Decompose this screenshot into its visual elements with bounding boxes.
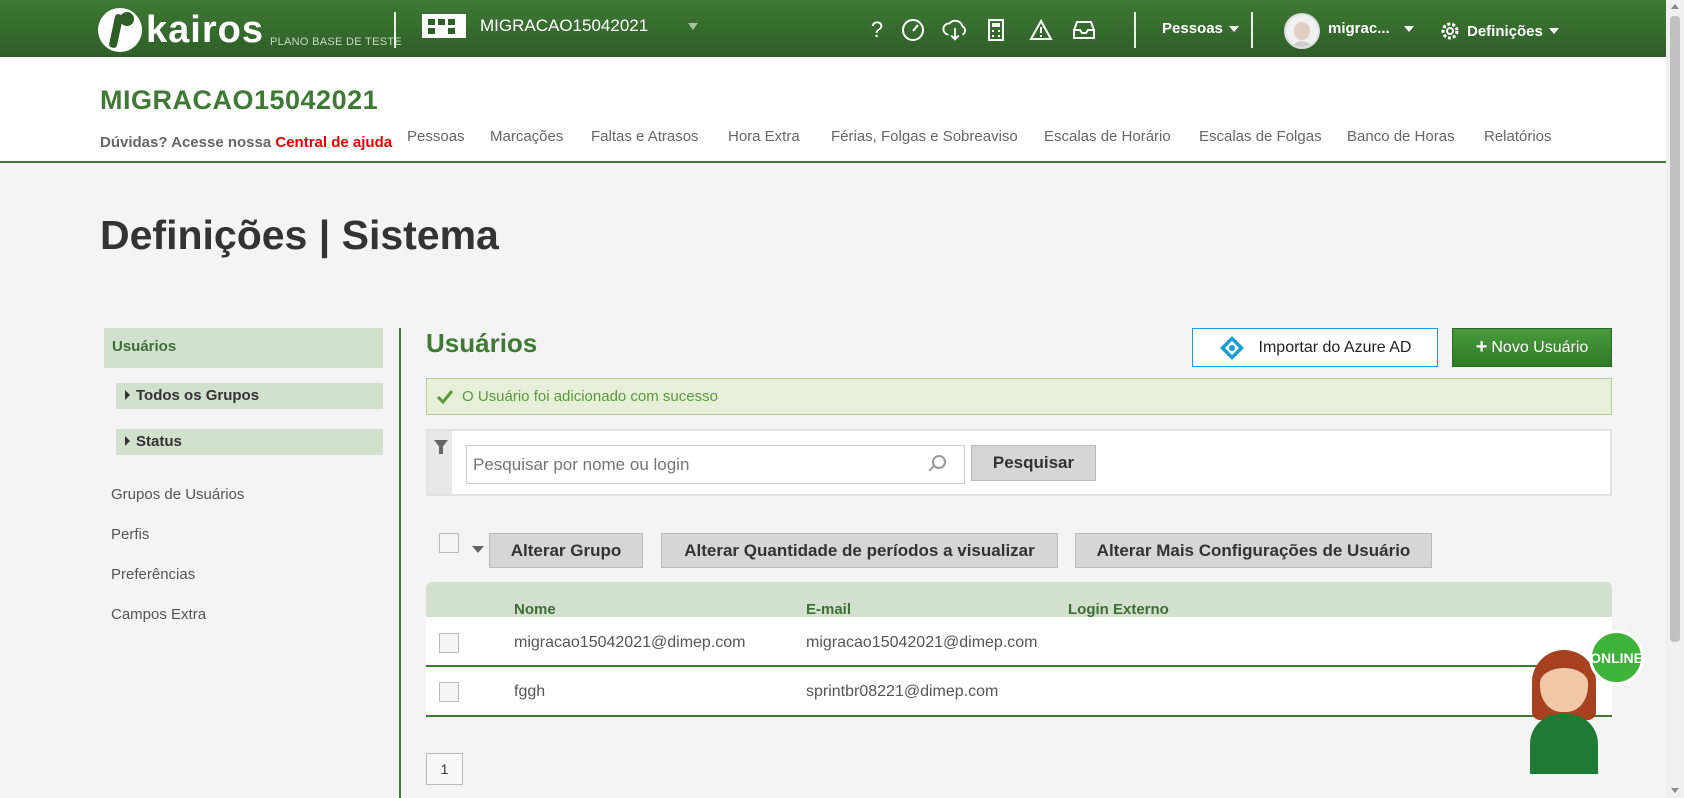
- main-nav: Pessoas Marcações Faltas e Atrasos Hora …: [0, 128, 1666, 152]
- scroll-up-icon[interactable]: [1671, 4, 1679, 9]
- user-menu-label: migrac...: [1328, 20, 1390, 37]
- logo-subtitle: PLANO BASE DE TESTE: [269, 36, 403, 48]
- speedometer-icon[interactable]: [900, 17, 926, 43]
- cell-email: migracao15042021@dimep.com: [806, 634, 1038, 651]
- warning-icon[interactable]: [1028, 17, 1054, 43]
- nav-escalas-folgas[interactable]: Escalas de Folgas: [1199, 128, 1322, 145]
- column-header-login-externo[interactable]: Login Externo: [1068, 601, 1169, 618]
- chevron-down-icon[interactable]: [688, 23, 698, 30]
- nav-ferias-folgas[interactable]: Férias, Folgas e Sobreaviso: [831, 128, 1018, 145]
- building-icon: [422, 14, 466, 38]
- calculator-icon[interactable]: [983, 17, 1009, 43]
- settings-menu-label: Definições: [1467, 22, 1543, 40]
- sidebar-divider: [399, 328, 401, 798]
- filter-toggle[interactable]: [428, 431, 452, 494]
- import-azure-button[interactable]: Importar do Azure AD: [1192, 328, 1438, 367]
- nav-hora-extra[interactable]: Hora Extra: [728, 128, 800, 145]
- top-bar: kairos PLANO BASE DE TESTE MIGRACAO15042…: [0, 0, 1666, 57]
- cell-nome: migracao15042021@dimep.com: [514, 634, 746, 651]
- chevron-down-icon: [1548, 28, 1559, 34]
- sidebar-item-preferencias[interactable]: Preferências: [111, 566, 195, 583]
- check-icon: [436, 390, 454, 405]
- sidebar-item-perfis[interactable]: Perfis: [111, 526, 149, 543]
- company-selector-label: MIGRACAO15042021: [480, 16, 649, 35]
- avatar[interactable]: [1284, 13, 1320, 49]
- cell-nome: fggh: [514, 683, 546, 700]
- page-scrollbar[interactable]: [1666, 0, 1684, 798]
- people-menu-label: Pessoas: [1162, 20, 1223, 37]
- divider: [394, 12, 396, 48]
- search-button[interactable]: Pesquisar: [971, 445, 1096, 481]
- add-user-label: Novo Usuário: [1491, 338, 1589, 356]
- nav-escalas-horario[interactable]: Escalas de Horário: [1044, 128, 1171, 145]
- nav-relatorios[interactable]: Relatórios: [1484, 128, 1552, 145]
- success-alert: O Usuário foi adicionado com sucesso: [426, 378, 1612, 415]
- change-more-settings-button[interactable]: Alterar Mais Configurações de Usuário: [1075, 533, 1432, 568]
- table-row[interactable]: [426, 667, 1612, 717]
- search-panel: Pesquisar: [426, 429, 1612, 496]
- scroll-down-icon[interactable]: [1671, 788, 1679, 793]
- import-azure-label: Importar do Azure AD: [1258, 338, 1412, 356]
- change-group-button[interactable]: Alterar Grupo: [489, 533, 643, 568]
- row-checkbox[interactable]: [439, 682, 459, 702]
- inbox-icon[interactable]: [1071, 17, 1097, 43]
- search-icon[interactable]: [932, 455, 946, 469]
- cell-email: sprintbr08221@dimep.com: [806, 683, 999, 700]
- sidebar-subitem-todos-grupos[interactable]: Todos os Grupos: [116, 383, 383, 409]
- kairos-logo-icon: [98, 8, 142, 52]
- plus-icon: +: [1475, 336, 1488, 358]
- pagination-page-button[interactable]: 1: [426, 753, 463, 785]
- search-input[interactable]: [466, 445, 965, 484]
- logo-text: kairos: [146, 9, 264, 51]
- kairos-logo[interactable]: kairos PLANO BASE DE TESTE: [98, 4, 402, 52]
- page-title: Definições | Sistema: [100, 212, 499, 258]
- gear-icon: [1441, 22, 1459, 40]
- sidebar-item-usuarios[interactable]: Usuários: [104, 328, 383, 368]
- help-icon[interactable]: ?: [864, 17, 890, 43]
- company-title: MIGRACAO15042021: [100, 85, 379, 115]
- sidebar-item-grupos-usuarios[interactable]: Grupos de Usuários: [111, 486, 244, 503]
- azure-ad-icon: [1219, 335, 1244, 360]
- nav-banco-horas[interactable]: Banco de Horas: [1347, 128, 1455, 145]
- nav-marcacoes[interactable]: Marcações: [490, 128, 563, 145]
- section-title: Usuários: [426, 328, 538, 358]
- scrollbar-thumb[interactable]: [1670, 16, 1680, 642]
- cloud-sync-icon[interactable]: [942, 17, 968, 43]
- company-header: MIGRACAO15042021 Dúvidas? Acesse nossa C…: [0, 57, 1666, 163]
- column-header-email[interactable]: E-mail: [806, 601, 851, 618]
- divider: [1134, 12, 1136, 48]
- add-user-button[interactable]: + Novo Usuário: [1452, 328, 1612, 367]
- nav-pessoas[interactable]: Pessoas: [407, 128, 465, 145]
- company-selector[interactable]: MIGRACAO15042021: [422, 14, 648, 38]
- success-alert-text: O Usuário foi adicionado com sucesso: [462, 388, 718, 405]
- chevron-down-icon: [1228, 25, 1239, 32]
- sidebar-item-campos-extra[interactable]: Campos Extra: [111, 606, 206, 623]
- nav-faltas-atrasos[interactable]: Faltas e Atrasos: [591, 128, 699, 145]
- user-menu[interactable]: migrac...: [1328, 20, 1414, 37]
- chevron-down-icon[interactable]: [472, 546, 484, 553]
- online-badge: ONLINE: [1589, 630, 1644, 685]
- online-chat-widget[interactable]: ONLINE: [1528, 630, 1648, 775]
- settings-menu[interactable]: Definições: [1439, 20, 1559, 42]
- divider: [1251, 12, 1253, 48]
- change-periods-button[interactable]: Alterar Quantidade de períodos a visuali…: [661, 533, 1058, 568]
- sidebar-subitem-status[interactable]: Status: [116, 429, 383, 455]
- select-all-checkbox[interactable]: [439, 533, 459, 553]
- filter-icon: [434, 440, 448, 454]
- row-checkbox[interactable]: [439, 633, 459, 653]
- column-header-nome[interactable]: Nome: [514, 601, 556, 618]
- people-menu[interactable]: Pessoas: [1162, 20, 1239, 37]
- chevron-down-icon: [1403, 25, 1414, 32]
